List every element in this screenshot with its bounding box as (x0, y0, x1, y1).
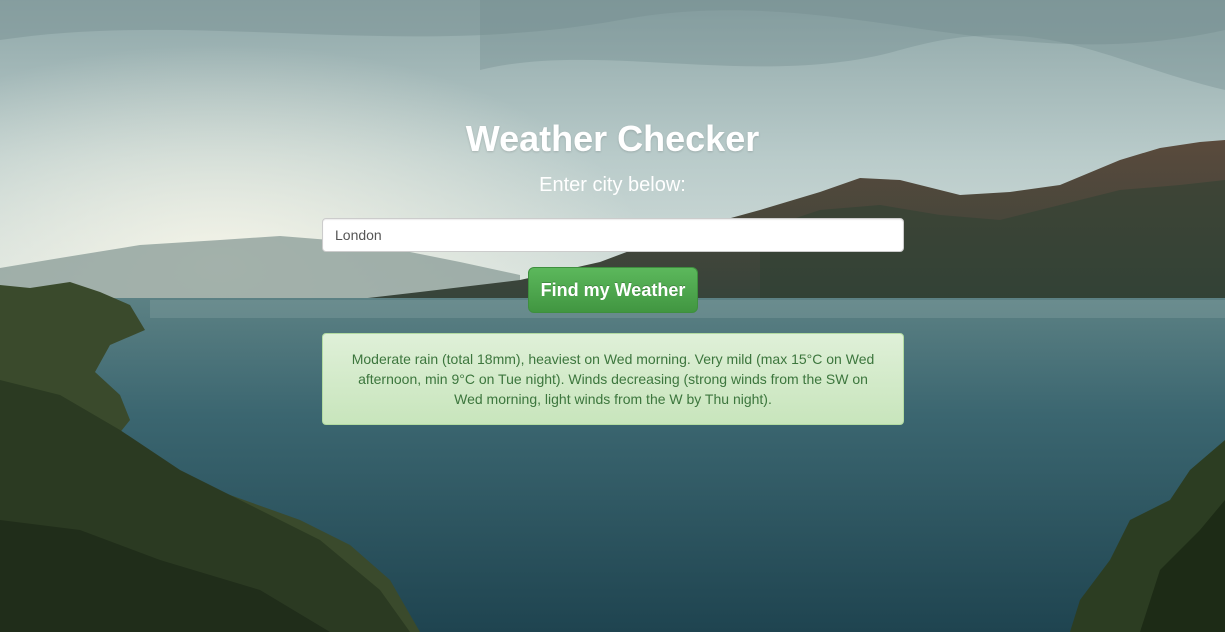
page-title: Weather Checker (465, 118, 760, 159)
find-weather-button[interactable]: Find my Weather (528, 267, 698, 313)
forecast-alert: Moderate rain (total 18mm), heaviest on … (322, 333, 904, 425)
city-input[interactable] (322, 218, 904, 252)
landscape-background-image (0, 0, 1225, 632)
page-subtitle: Enter city below: (539, 174, 686, 196)
forecast-text: Moderate rain (total 18mm), heaviest on … (351, 351, 875, 407)
